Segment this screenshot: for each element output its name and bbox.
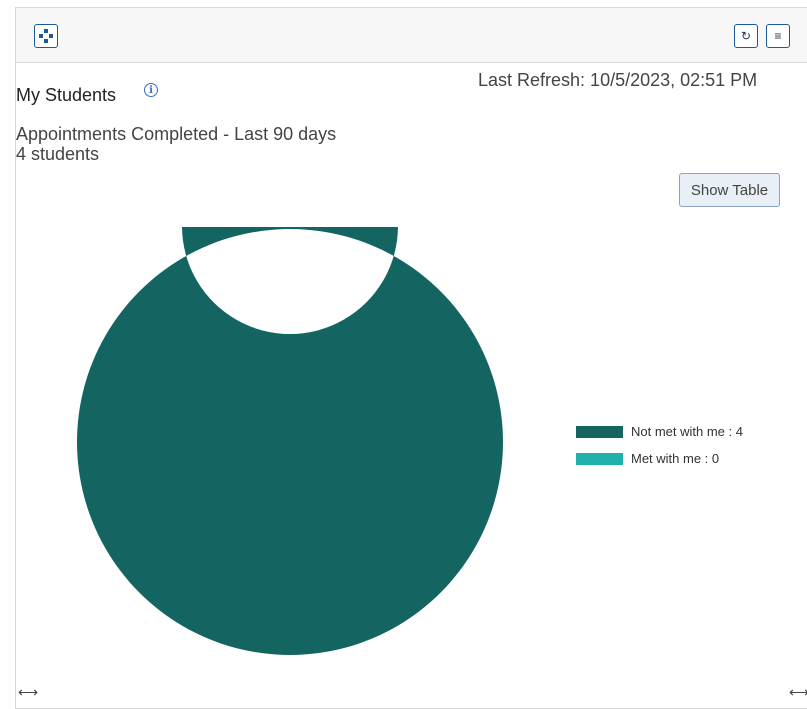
legend-label-not-met: Not met with me : 4 (631, 424, 743, 439)
resize-handle-left-icon[interactable]: ⟷ (18, 684, 38, 701)
resize-handle-right-icon[interactable]: ⟷ (789, 684, 807, 701)
widget-title: My Students (16, 85, 117, 105)
legend-label-met: Met with me : 0 (631, 451, 720, 466)
info-icon[interactable]: i (144, 83, 158, 97)
legend-item-not-met[interactable]: Not met with me : 4 (576, 424, 743, 439)
move-arrows-icon[interactable] (34, 24, 58, 48)
donut-chart (77, 227, 503, 655)
last-refresh-text: Last Refresh: 10/5/2023, 02:51 PM (478, 70, 758, 90)
menu-button[interactable]: ≡ (766, 24, 790, 48)
chart-subtitle: Appointments Completed - Last 90 days (16, 124, 337, 144)
show-table-button[interactable]: Show Table (679, 173, 780, 207)
hamburger-menu-icon: ≡ (774, 29, 782, 43)
refresh-icon: ↻ (740, 29, 752, 43)
legend-swatch-not-met (576, 425, 623, 438)
widget-header: ↻ ≡ (16, 8, 807, 63)
student-count: 4 students (16, 144, 100, 164)
legend-swatch-met (576, 452, 623, 465)
legend-item-met[interactable]: Met with me : 0 (576, 451, 719, 466)
refresh-button[interactable]: ↻ (734, 24, 758, 48)
